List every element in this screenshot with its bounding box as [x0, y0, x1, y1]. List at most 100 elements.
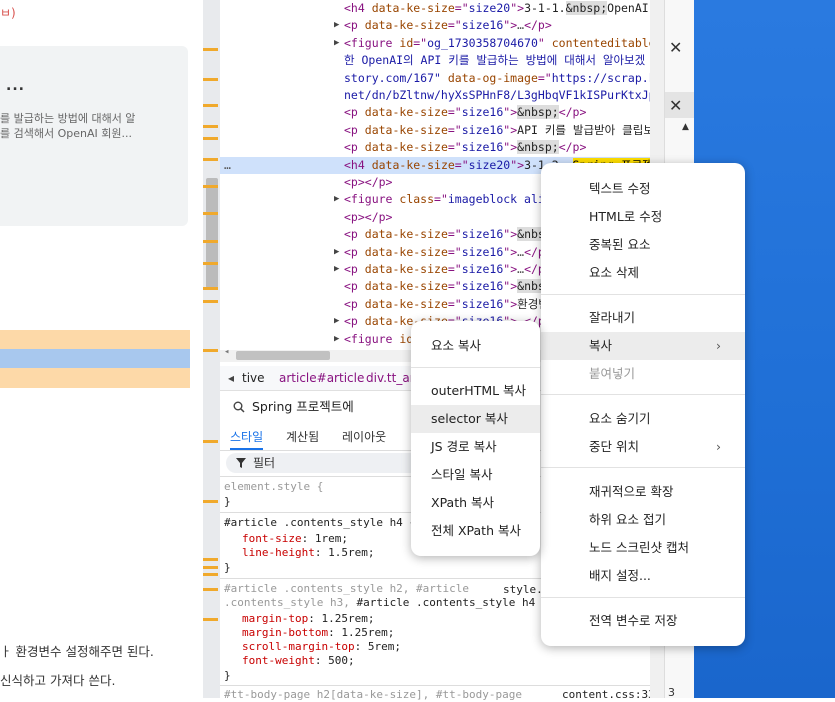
menu-item-copy-element[interactable]: 요소 복사: [411, 332, 540, 360]
tab-layout[interactable]: 레이아웃: [342, 424, 386, 450]
expand-arrow-icon[interactable]: ▶: [334, 35, 339, 52]
expand-arrow-icon[interactable]: ▶: [334, 17, 339, 34]
menu-item-copy-full-xpath[interactable]: 전체 XPath 복사: [411, 517, 540, 545]
menu-item-duplicate[interactable]: 중복된 요소: [541, 231, 745, 259]
css-property[interactable]: margin-top: [242, 612, 308, 625]
menu-item-edit-text[interactable]: 텍스트 수정: [541, 175, 745, 203]
scroll-left-icon[interactable]: ◂: [224, 347, 229, 357]
web-page: ㅂ) ... 를 발급하는 방법에 대해서 알 를 검색해서 OpenAI 회원…: [0, 0, 205, 698]
search-marker: [203, 240, 218, 243]
dom-node-markup: <p data-ke-size="size16">&nbsp;</p>: [344, 140, 587, 155]
css-property[interactable]: scroll-margin-top: [242, 640, 355, 653]
dom-node-row[interactable]: <h4 data-ke-size="size20">3-1-1.&nbsp;Op…: [220, 0, 650, 17]
expand-arrow-icon[interactable]: ▶: [334, 313, 339, 330]
dom-node-markup: <p></p>: [344, 175, 393, 189]
search-marker: [203, 125, 218, 128]
dom-node-row[interactable]: <p data-ke-size="size16">&nbsp;</p>: [220, 104, 650, 121]
dom-node-row[interactable]: ▶ <figure id="og_1730358704670" contented…: [220, 35, 650, 52]
scrollbar-thumb[interactable]: [236, 351, 330, 360]
dom-node-row[interactable]: story.com/167" data-og-image="https://sc…: [220, 70, 650, 87]
search-marker: [203, 300, 218, 303]
css-value[interactable]: 500;: [328, 654, 355, 667]
search-marker: [203, 137, 218, 140]
dom-node-markup: <p data-ke-size="size16">환경변수: [344, 296, 560, 311]
menu-item-store-global[interactable]: 전역 변수로 저장: [541, 607, 745, 635]
css-value[interactable]: 1.5rem;: [328, 546, 374, 559]
copy-submenu: 요소 복사 outerHTML 복사 selector 복사 JS 경로 복사 …: [411, 321, 540, 556]
css-rule-selector: #tt-body-page h2[data-ke-size], #tt-body…: [224, 688, 523, 701]
dom-node-markup: <p data-ke-size="size16">&nbsp;</p>: [344, 105, 587, 120]
scrollbar-thumb[interactable]: [206, 178, 218, 288]
search-marker: [203, 558, 218, 561]
search-marker: [203, 500, 218, 503]
menu-separator: [541, 394, 745, 395]
menu-item-copy-js-path[interactable]: JS 경로 복사: [411, 433, 540, 461]
expand-arrow-icon[interactable]: ▶: [334, 191, 339, 208]
css-rule-selector: #article .contents_style h2, #article: [224, 582, 470, 595]
menu-item-badge-settings[interactable]: 배지 설정...: [541, 562, 745, 590]
css-value[interactable]: 5rem;: [368, 640, 401, 653]
expand-arrow-icon[interactable]: ▶: [334, 244, 339, 261]
css-value[interactable]: 1rem;: [315, 532, 348, 545]
dom-node-markup: <p data-ke-size="size16">…</p>: [344, 262, 552, 276]
search-markers-scrollbar[interactable]: [203, 0, 220, 698]
search-marker: [203, 185, 218, 188]
menu-item-copy-styles[interactable]: 스타일 복사: [411, 461, 540, 489]
chevron-right-icon: ›: [716, 338, 721, 353]
menu-item-node-screenshot[interactable]: 노드 스크린샷 캡처: [541, 534, 745, 562]
dom-node-row[interactable]: <p data-ke-size="size16">&nbsp;</p>: [220, 139, 650, 156]
css-property[interactable]: font-weight: [242, 654, 315, 667]
dom-node-row[interactable]: <p data-ke-size="size16">API 키를 발급받아 클립보…: [220, 122, 650, 139]
card-description-line: 를 발급하는 방법에 대해서 알: [0, 112, 136, 125]
menu-item-break-on[interactable]: 중단 위치 ›: [541, 433, 745, 461]
menu-item-copy-outerhtml[interactable]: outerHTML 복사: [411, 377, 540, 405]
search-marker: [203, 566, 218, 569]
menu-item-copy-selector[interactable]: selector 복사: [411, 405, 540, 433]
paragraph-text: ㅏ 환경변수 설정해주면 된다.: [0, 644, 154, 659]
css-property[interactable]: font-size: [242, 532, 302, 545]
tab-computed[interactable]: 계산됨: [286, 424, 319, 450]
menu-item-delete[interactable]: 요소 삭제: [541, 259, 745, 287]
dom-node-markup: <figure id="og_1730358704670" contentedi…: [344, 35, 650, 50]
expand-arrow-icon[interactable]: ▶: [334, 331, 339, 348]
menu-item-copy-xpath[interactable]: XPath 복사: [411, 489, 540, 517]
menu-separator: [411, 367, 540, 368]
css-source-link[interactable]: content.css:33: [562, 688, 655, 701]
css-property[interactable]: margin-bottom: [242, 626, 328, 639]
context-menu: 텍스트 수정 HTML로 수정 중복된 요소 요소 삭제 잘라내기 복사 › 붙여…: [541, 163, 745, 646]
card-more-icon[interactable]: ...: [6, 78, 25, 94]
dom-node-markup: <p></p>: [344, 209, 393, 224]
filter-placeholder: 필터: [253, 456, 276, 470]
dom-node-markup: 한 OpenAI의 API 키를 발급하는 방법에 대해서 알아보겠: [344, 53, 646, 68]
dom-node-markup: <figure class="imageblock alignCe: [344, 192, 573, 207]
search-marker: [203, 212, 218, 215]
close-icon[interactable]: ✕: [669, 38, 682, 57]
expand-arrow-icon[interactable]: ▶: [334, 261, 339, 278]
search-input[interactable]: Spring 프로젝트에: [252, 394, 354, 420]
tab-styles[interactable]: 스타일: [230, 424, 264, 450]
dom-node-row[interactable]: net/dn/bZltnw/hyXsSPHnF8/L3gHbqVF1kISPur…: [220, 87, 650, 104]
css-property[interactable]: line-height: [242, 546, 315, 559]
breadcrumb-item[interactable]: article#article: [279, 366, 364, 390]
menu-item-edit-html[interactable]: HTML로 수정: [541, 203, 745, 231]
search-marker: [203, 588, 218, 591]
breadcrumb-item[interactable]: tive: [242, 366, 265, 390]
menu-item-copy[interactable]: 복사 ›: [541, 332, 745, 360]
menu-item-expand-recursively[interactable]: 재귀적으로 확장: [541, 478, 745, 506]
node-actions-icon[interactable]: …: [224, 157, 231, 174]
dom-node-markup: <p data-ke-size="size16">&nbsp;</: [344, 279, 573, 294]
dom-node-row[interactable]: ▶ <p data-ke-size="size16">…</p>: [220, 17, 650, 34]
css-rule-selector: #article .contents_style h4 {: [224, 516, 417, 529]
css-rule-close: }: [224, 669, 231, 682]
dom-node-row[interactable]: 한 OpenAI의 API 키를 발급하는 방법에 대해서 알아보겠: [220, 52, 650, 69]
menu-item-collapse-children[interactable]: 하위 요소 접기: [541, 506, 745, 534]
menu-item-cut[interactable]: 잘라내기: [541, 304, 745, 332]
css-value[interactable]: 1.25rem;: [321, 612, 374, 625]
scroll-up-icon[interactable]: ▲: [682, 122, 689, 132]
menu-item-paste: 붙여넣기: [589, 366, 636, 381]
menu-item-hide-element[interactable]: 요소 숨기기: [541, 405, 745, 433]
css-value[interactable]: 1.25rem;: [341, 626, 394, 639]
dom-node-markup: story.com/167" data-og-image="https://sc…: [344, 70, 650, 85]
breadcrumb-back-icon[interactable]: ◂: [228, 366, 234, 390]
close-icon[interactable]: ✕: [669, 96, 682, 115]
